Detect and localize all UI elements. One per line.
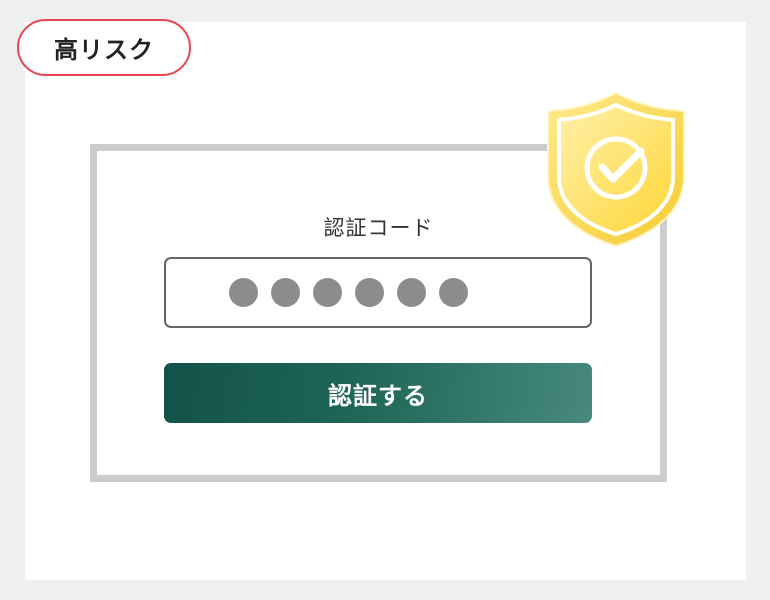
high-risk-badge: 高リスク bbox=[17, 19, 191, 76]
masked-digit-5 bbox=[397, 278, 426, 307]
verify-button[interactable]: 認証する bbox=[164, 363, 592, 423]
masked-digit-1 bbox=[229, 278, 258, 307]
masked-digit-4 bbox=[355, 278, 384, 307]
verification-code-input[interactable] bbox=[164, 257, 592, 328]
masked-digit-2 bbox=[271, 278, 300, 307]
masked-digit-3 bbox=[313, 278, 342, 307]
masked-digit-6 bbox=[439, 278, 468, 307]
masked-code-dots bbox=[229, 278, 468, 307]
shield-check-icon bbox=[547, 91, 685, 248]
